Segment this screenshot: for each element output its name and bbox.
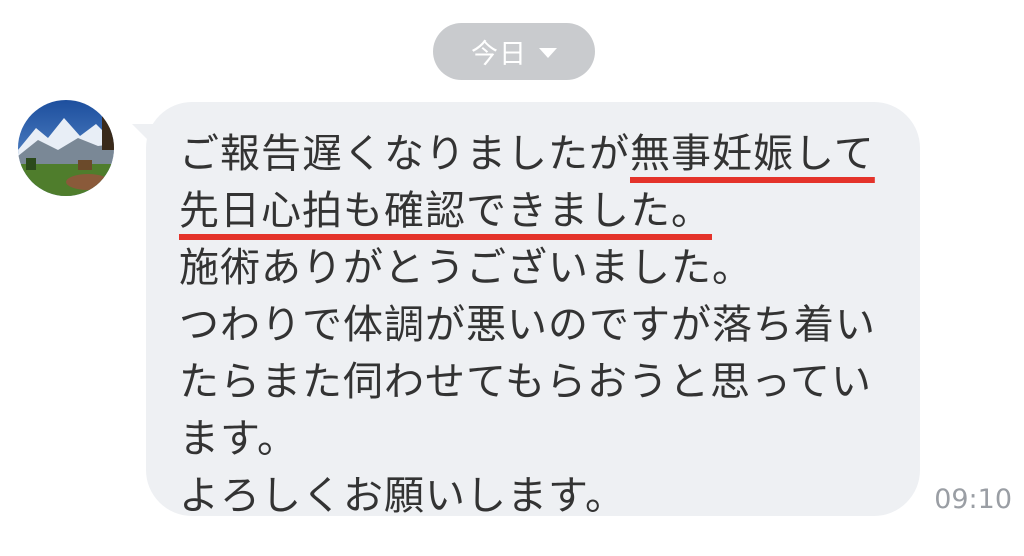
message-text-segment: ご報告遅くなりましたが xyxy=(179,131,630,177)
message-line: つわりで体調が悪いのですが落ち着い xyxy=(179,302,876,348)
message-line: よろしくお願いします。 xyxy=(179,473,626,519)
underlined-text: 先日心拍も確認できました。 xyxy=(179,188,712,234)
message-line: ます。 xyxy=(179,416,298,462)
chat-screen: 今日 ご報告遅くなりましたが無事妊娠して 先日心拍も確認できました。 施術ありが… xyxy=(0,0,1024,556)
chevron-down-icon xyxy=(539,47,557,58)
message-line: たらまた伺わせてもらおうと思ってい xyxy=(179,359,872,405)
message-text: ご報告遅くなりましたが無事妊娠して 先日心拍も確認できました。 施術ありがとうご… xyxy=(179,126,899,525)
avatar[interactable] xyxy=(18,100,114,196)
underlined-text: 無事妊娠して xyxy=(630,131,875,177)
message-timestamp: 09:10 xyxy=(934,484,1012,515)
message-line: 施術ありがとうございました。 xyxy=(179,245,753,291)
date-label: 今日 xyxy=(471,39,527,70)
date-divider-button[interactable]: 今日 xyxy=(433,23,595,80)
message-line: 先日心拍も確認できました。 xyxy=(179,183,899,240)
message-line: ご報告遅くなりましたが無事妊娠して xyxy=(179,126,899,183)
avatar-image xyxy=(18,100,114,196)
